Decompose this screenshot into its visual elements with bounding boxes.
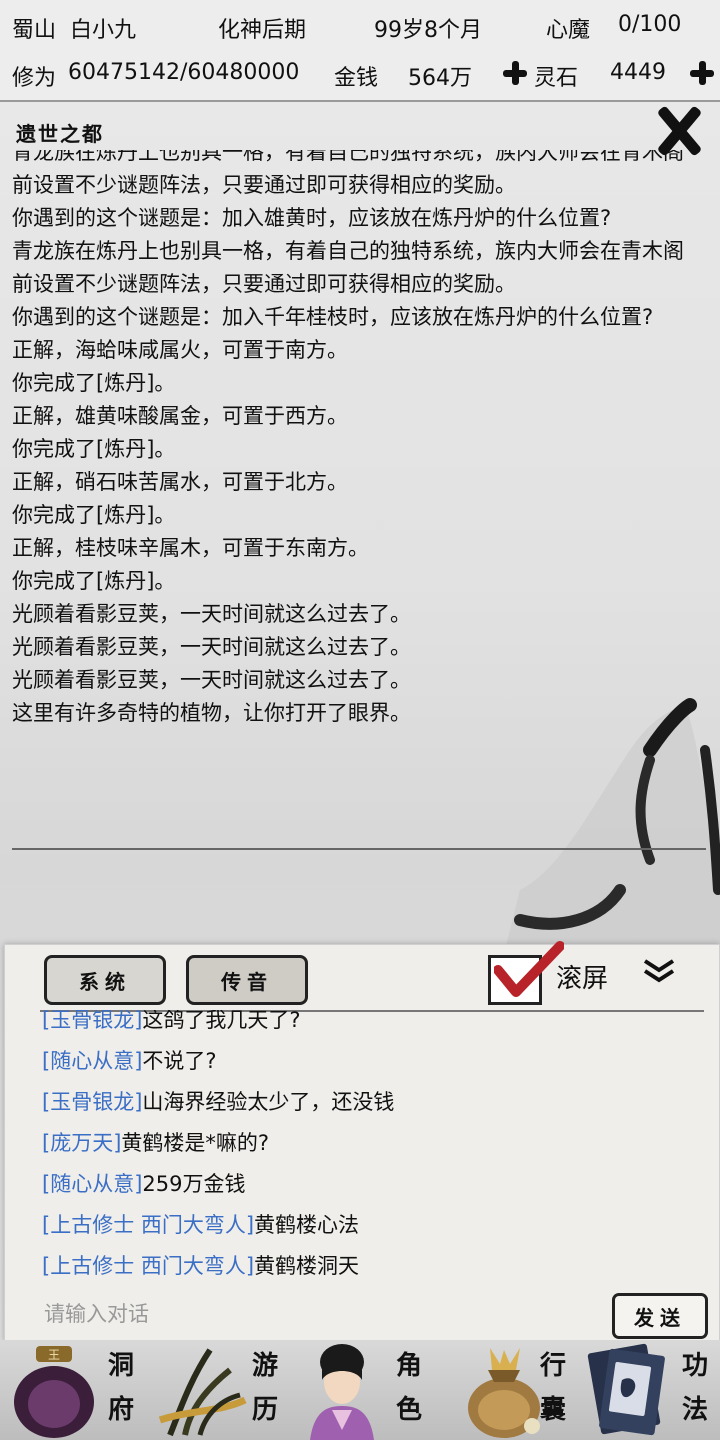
tab-system[interactable]: 系统 [44, 955, 166, 1005]
nav-skills-label-2: 法 [681, 1395, 708, 1425]
event-log-line: 你完成了[炼丹]。 [12, 371, 176, 395]
tab-voice[interactable]: 传音 [186, 955, 308, 1005]
divider [12, 848, 706, 850]
sect-name: 蜀山 [12, 18, 57, 43]
location-title: 遗世之都 [16, 122, 104, 146]
status-bar: 蜀山 白小九 化神后期 99岁8个月 心魔 0/100 修为 60475142/… [0, 0, 720, 102]
chat-message: [上古修士 西门大弯人]黄鹤楼心法 [42, 1205, 682, 1246]
event-log-line: 正解，雄黄味酸属金，可置于西方。 [12, 404, 348, 428]
event-log-line: 你完成了[炼丹]。 [12, 503, 176, 527]
nav-character-label-1: 角 [395, 1351, 422, 1381]
nav-bag-label-1: 行 [539, 1351, 566, 1381]
money-label: 金钱 [334, 66, 379, 91]
nav-character[interactable]: 角 色 [290, 1340, 440, 1440]
spirit-stone-label: 灵石 [534, 66, 579, 91]
chat-message: [随心从意]不说了? [42, 1041, 682, 1082]
event-log-line: 青龙族在炼丹上也别具一格，有着自己的独特系统，族内大师会在青木阁前设置不少谜题阵… [12, 239, 684, 296]
chat-message: [玉骨银龙]山海界经验太少了，还没钱 [42, 1082, 682, 1123]
event-log-line: 你完成了[炼丹]。 [12, 569, 176, 593]
age: 99岁8个月 [374, 18, 482, 43]
nav-cave[interactable]: 王 洞 府 [0, 1340, 140, 1440]
event-log-line: 你遇到的这个谜题是：加入千年桂枝时，应该放在炼丹炉的什么位置? [12, 305, 654, 329]
cave-bag-icon: 王 [14, 1346, 94, 1438]
chat-message: [玉骨银龙]这鸽了我几天了? [42, 1010, 682, 1041]
player-name: 白小九 [70, 18, 137, 43]
event-log-line: 青龙族在炼丹上也别具一格，有着自己的独特系统，族内大师会在青木阁前设置不少谜题阵… [12, 150, 684, 197]
chat-message-text: 259万金钱 [142, 1172, 246, 1196]
chat-message: [随心从意]259万金钱 [42, 1164, 682, 1205]
chat-message: [庞万天]黄鹤楼是*嘛的? [42, 1123, 682, 1164]
chat-message-text: 不说了? [142, 1049, 217, 1073]
chat-player-name[interactable]: [庞万天] [42, 1131, 121, 1155]
heart-demon-label: 心魔 [546, 18, 591, 43]
chat-player-name[interactable]: [玉骨银龙] [42, 1010, 142, 1032]
send-button[interactable]: 发送 [612, 1293, 708, 1339]
cultivation-value: 60475142/60480000 [68, 60, 300, 85]
collapse-chevron-icon[interactable] [642, 958, 676, 984]
chat-player-name[interactable]: [上古修士 西门大弯人] [42, 1254, 254, 1278]
event-log-line: 光顾着看影豆荚，一天时间就这么过去了。 [12, 602, 411, 626]
event-log-line: 正解，桂枝味辛属木，可置于东南方。 [12, 536, 369, 560]
nav-character-label-2: 色 [395, 1395, 422, 1425]
add-money-icon[interactable] [503, 61, 527, 85]
character-portrait-icon [310, 1344, 374, 1440]
heart-demon-value: 0/100 [618, 12, 682, 37]
chat-message-text: 这鸽了我几天了? [142, 1010, 301, 1032]
nav-cave-label-2: 府 [107, 1395, 134, 1425]
check-mark-icon [494, 941, 564, 997]
svg-text:王: 王 [48, 1348, 60, 1362]
cultivation-label: 修为 [12, 66, 57, 91]
event-log[interactable]: 青龙族在炼丹上也别具一格，有着自己的独特系统，族内大师会在青木阁前设置不少谜题阵… [12, 150, 702, 845]
add-spirit-stone-icon[interactable] [690, 61, 714, 85]
nav-skills[interactable]: 功 法 [580, 1340, 720, 1440]
grass-icon [158, 1348, 247, 1437]
nav-skills-label-1: 功 [681, 1351, 708, 1381]
event-log-line: 你完成了[炼丹]。 [12, 437, 176, 461]
chat-player-name[interactable]: [随心从意] [42, 1172, 142, 1196]
chat-message-text: 黄鹤楼洞天 [254, 1254, 360, 1278]
event-log-line: 正解，海蛤味咸属火，可置于南方。 [12, 338, 348, 362]
chat-input[interactable] [44, 1296, 604, 1332]
nav-travel-label-1: 游 [251, 1351, 278, 1381]
event-log-line: 这里有许多奇特的植物，让你打开了眼界。 [12, 701, 411, 725]
realm: 化神后期 [218, 18, 307, 43]
nav-travel-label-2: 历 [251, 1395, 278, 1425]
spirit-stone-value: 4449 [610, 60, 666, 85]
chat-message-text: 黄鹤楼心法 [254, 1213, 360, 1237]
chat-player-name[interactable]: [上古修士 西门大弯人] [42, 1213, 254, 1237]
scroll-label: 滚屏 [556, 964, 609, 994]
money-bag-icon [468, 1348, 540, 1438]
nav-bag-label-2: 囊 [539, 1395, 566, 1425]
event-log-line: 光顾着看影豆荚，一天时间就这么过去了。 [12, 668, 411, 692]
chat-message-text: 山海界经验太少了，还没钱 [142, 1090, 395, 1114]
nav-bag[interactable]: 行 囊 [440, 1340, 580, 1440]
chat-message-text: 黄鹤楼是*嘛的? [121, 1131, 270, 1155]
nav-cave-label-1: 洞 [107, 1351, 134, 1381]
chat-message: [上古修士 西门大弯人]黄鹤楼洞天 [42, 1246, 682, 1287]
event-log-line: 正解，硝石味苦属水，可置于北方。 [12, 470, 348, 494]
chat-log[interactable]: [玉骨银龙]这鸽了我几天了? [随心从意]不说了? [玉骨银龙]山海界经验太少了，还… [42, 1010, 682, 1288]
nav-travel[interactable]: 游 历 [140, 1340, 290, 1440]
skill-books-icon [587, 1343, 665, 1436]
money-value: 564万 [408, 66, 472, 91]
chat-player-name[interactable]: [玉骨银龙] [42, 1090, 142, 1114]
event-log-line: 你遇到的这个谜题是：加入雄黄时，应该放在炼丹炉的什么位置? [12, 206, 612, 230]
chat-player-name[interactable]: [随心从意] [42, 1049, 142, 1073]
event-log-line: 光顾着看影豆荚，一天时间就这么过去了。 [12, 635, 411, 659]
